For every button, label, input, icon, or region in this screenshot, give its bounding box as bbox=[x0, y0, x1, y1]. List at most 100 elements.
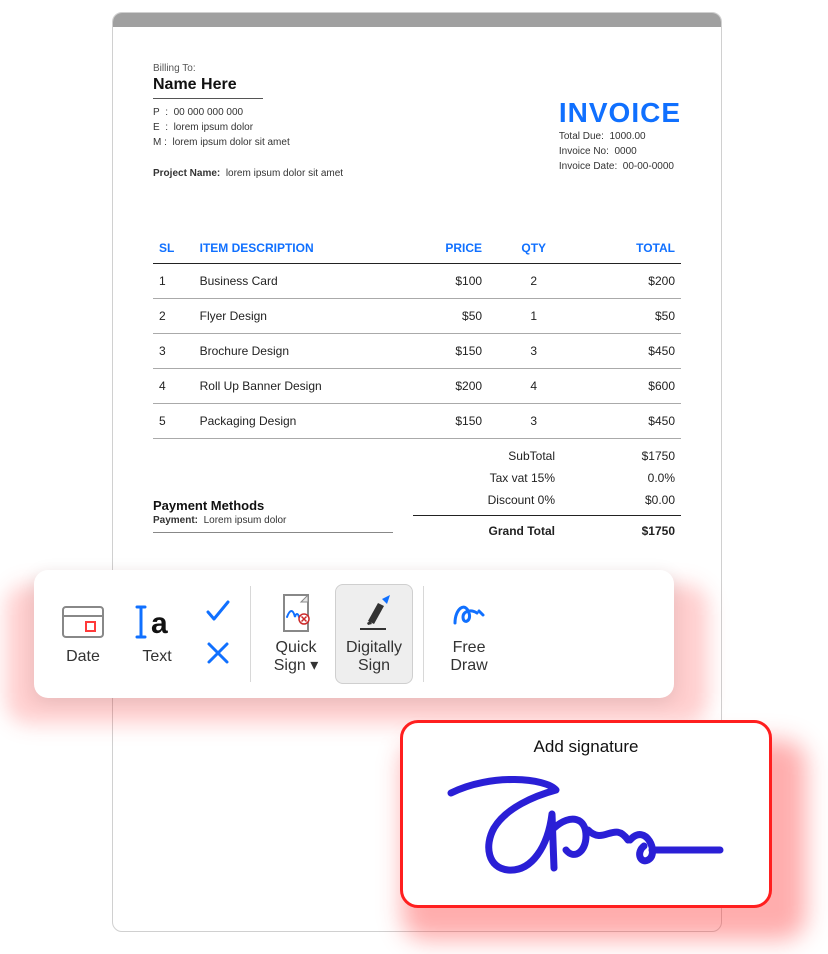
cell-sl: 1 bbox=[153, 264, 194, 299]
field-value: 00 000 000 000 bbox=[174, 107, 244, 118]
x-icon bbox=[206, 641, 230, 670]
cell-price: $200 bbox=[397, 369, 488, 404]
cell-price: $100 bbox=[397, 264, 488, 299]
field-value: 1000.00 bbox=[609, 131, 645, 142]
text-options-group bbox=[196, 599, 240, 669]
calendar-icon bbox=[61, 602, 105, 642]
field-value: lorem ipsum dolor sit amet bbox=[226, 168, 343, 179]
field-value: 0000 bbox=[614, 146, 636, 157]
summary-value: $1750 bbox=[595, 524, 675, 538]
summary-label: Discount 0% bbox=[435, 493, 555, 507]
quick-sign-button[interactable]: Quick Sign ▾ bbox=[261, 585, 331, 684]
table-row: 2Flyer Design$501$50 bbox=[153, 299, 681, 334]
cell-qty: 1 bbox=[488, 299, 579, 334]
cell-sl: 5 bbox=[153, 404, 194, 439]
field-label: M bbox=[153, 137, 161, 148]
divider bbox=[413, 515, 681, 516]
button-label: Digitally Sign bbox=[346, 639, 402, 676]
svg-text:a: a bbox=[151, 607, 168, 640]
th-sl: SL bbox=[153, 233, 194, 264]
cell-sl: 3 bbox=[153, 334, 194, 369]
add-signature-box[interactable]: Add signature bbox=[400, 720, 772, 908]
billing-name: Name Here bbox=[153, 76, 473, 94]
cell-desc: Packaging Design bbox=[194, 404, 397, 439]
cell-sl: 4 bbox=[153, 369, 194, 404]
sign-toolbar: Date a Text bbox=[34, 570, 674, 698]
cell-total: $450 bbox=[579, 404, 681, 439]
field-label: Total Due: bbox=[559, 131, 604, 142]
cell-desc: Business Card bbox=[194, 264, 397, 299]
summary-label: Grand Total bbox=[435, 524, 555, 538]
divider bbox=[153, 532, 393, 533]
billing-to-label: Billing To: bbox=[153, 63, 473, 74]
th-price: PRICE bbox=[397, 233, 488, 264]
cell-qty: 3 bbox=[488, 404, 579, 439]
text-button[interactable]: a Text bbox=[122, 594, 192, 674]
scribble-icon bbox=[447, 593, 491, 633]
field-label: Project Name: bbox=[153, 168, 220, 179]
invoice-date: Invoice Date: 00-00-0000 bbox=[559, 159, 681, 174]
th-qty: QTY bbox=[488, 233, 579, 264]
field-label: Invoice Date: bbox=[559, 161, 617, 172]
table-row: 4Roll Up Banner Design$2004$600 bbox=[153, 369, 681, 404]
summary-value: 0.0% bbox=[595, 471, 675, 485]
billing-block: Billing To: Name Here P : 00 000 000 000… bbox=[153, 63, 473, 179]
billing-phone: P : 00 000 000 000 bbox=[153, 105, 473, 120]
cross-button[interactable] bbox=[204, 641, 232, 669]
field-value: lorem ipsum dolor bbox=[174, 122, 253, 133]
payment-line: Payment: Lorem ipsum dolor bbox=[153, 515, 393, 526]
cell-price: $50 bbox=[397, 299, 488, 334]
cell-qty: 2 bbox=[488, 264, 579, 299]
cell-qty: 4 bbox=[488, 369, 579, 404]
invoice-title: INVOICE bbox=[559, 97, 681, 129]
date-button[interactable]: Date bbox=[48, 594, 118, 674]
payment-heading: Payment Methods bbox=[153, 498, 393, 513]
cell-price: $150 bbox=[397, 334, 488, 369]
field-value: Lorem ipsum dolor bbox=[204, 515, 287, 526]
invoice-total-due: Total Due: 1000.00 bbox=[559, 129, 681, 144]
cell-sl: 2 bbox=[153, 299, 194, 334]
cell-price: $150 bbox=[397, 404, 488, 439]
button-label: Free Draw bbox=[450, 639, 487, 676]
field-label: E bbox=[153, 122, 160, 133]
summary-label: SubTotal bbox=[435, 449, 555, 463]
summary-subtotal: SubTotal $1750 bbox=[153, 445, 681, 467]
field-value: 00-00-0000 bbox=[623, 161, 674, 172]
billing-email: E : lorem ipsum dolor bbox=[153, 120, 473, 135]
billing-mail: M : lorem ipsum dolor sit amet bbox=[153, 135, 473, 150]
text-cursor-icon: a bbox=[135, 602, 179, 642]
digitally-sign-button[interactable]: Digitally Sign bbox=[335, 584, 413, 685]
separator bbox=[423, 586, 424, 682]
free-draw-button[interactable]: Free Draw bbox=[434, 585, 504, 684]
handwritten-signature-icon bbox=[436, 768, 736, 893]
line-items-table: SL ITEM DESCRIPTION PRICE QTY TOTAL 1Bus… bbox=[153, 233, 681, 439]
cell-total: $600 bbox=[579, 369, 681, 404]
button-label: Date bbox=[66, 648, 100, 666]
signature-title: Add signature bbox=[534, 737, 639, 757]
signature-canvas[interactable] bbox=[413, 761, 759, 899]
field-value: lorem ipsum dolor sit amet bbox=[172, 137, 289, 148]
cell-desc: Roll Up Banner Design bbox=[194, 369, 397, 404]
field-label: P bbox=[153, 107, 160, 118]
cell-total: $450 bbox=[579, 334, 681, 369]
summary-value: $1750 bbox=[595, 449, 675, 463]
summary-label: Tax vat 15% bbox=[435, 471, 555, 485]
billing-project: Project Name: lorem ipsum dolor sit amet bbox=[153, 168, 473, 179]
fountain-pen-icon bbox=[352, 593, 396, 633]
summary-tax: Tax vat 15% 0.0% bbox=[153, 467, 681, 489]
check-icon bbox=[205, 598, 231, 629]
button-label: Quick Sign ▾ bbox=[274, 639, 319, 676]
summary-value: $0.00 bbox=[595, 493, 675, 507]
divider bbox=[153, 98, 263, 99]
invoice-number: Invoice No: 0000 bbox=[559, 144, 681, 159]
cell-total: $50 bbox=[579, 299, 681, 334]
field-label: Invoice No: bbox=[559, 146, 609, 157]
invoice-meta-block: INVOICE Total Due: 1000.00 Invoice No: 0… bbox=[559, 97, 681, 174]
checkmark-button[interactable] bbox=[204, 599, 232, 627]
field-label: Payment: bbox=[153, 515, 198, 526]
table-row: 1Business Card$1002$200 bbox=[153, 264, 681, 299]
window-titlebar bbox=[113, 13, 721, 27]
table-row: 5Packaging Design$1503$450 bbox=[153, 404, 681, 439]
button-label: Text bbox=[142, 648, 171, 666]
payment-block: Payment Methods Payment: Lorem ipsum dol… bbox=[153, 498, 393, 533]
